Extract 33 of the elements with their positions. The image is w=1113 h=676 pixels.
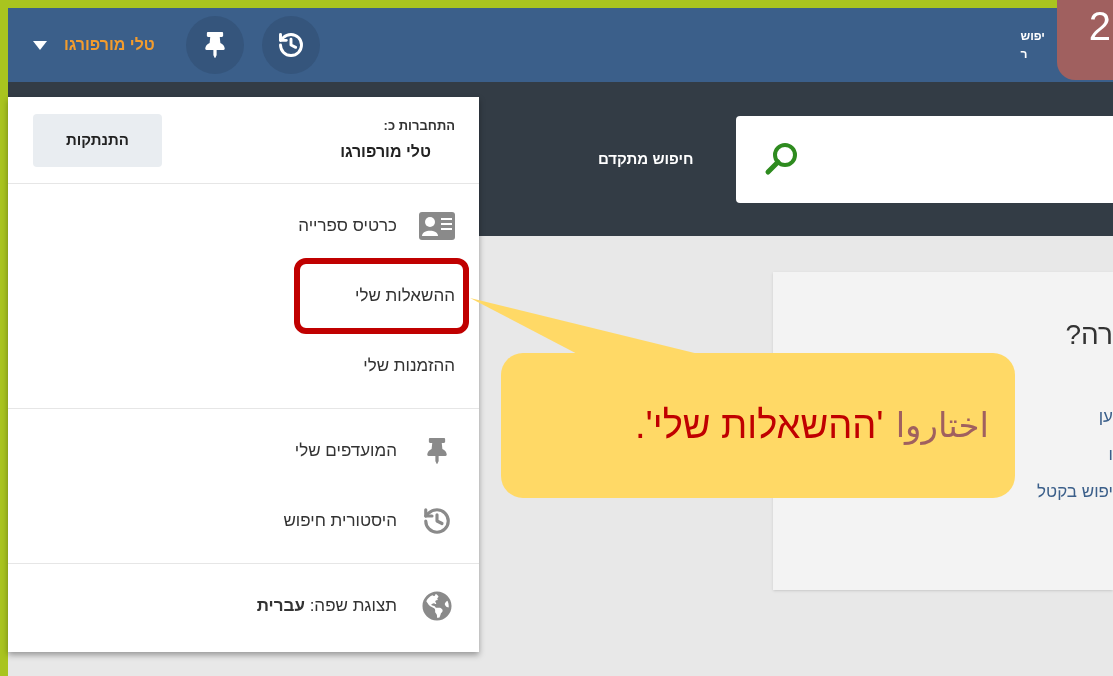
caret-icon xyxy=(33,40,47,50)
menu-item[interactable]: היסטורית חיפוש xyxy=(8,486,479,556)
id-card-icon xyxy=(419,212,455,240)
menu-item[interactable]: ההזמנות שלי xyxy=(8,331,479,401)
header-text: יפוש xyxy=(1020,28,1045,45)
search-icon xyxy=(763,141,800,177)
pin-icon xyxy=(424,438,450,464)
step-number: 2 xyxy=(1088,6,1111,46)
menu-item[interactable]: ההשאלות שלי xyxy=(8,261,479,331)
menu-item-label: ההזמנות שלי xyxy=(363,355,455,378)
history-icon xyxy=(422,506,452,536)
card-text: ען xyxy=(1098,406,1113,428)
logout-button[interactable]: התנתקות xyxy=(33,113,162,167)
menu-item[interactable]: תצוגת שפה: עברית xyxy=(8,571,479,641)
menu-item-label: תצוגת שפה: עברית xyxy=(256,595,397,618)
callout-highlight-text: 'ההשאלות שלי'. xyxy=(635,403,884,448)
callout-text: اختاروا xyxy=(895,404,989,447)
header-text: ר xyxy=(1020,46,1028,63)
menu-item[interactable]: כרטיס ספרייה xyxy=(8,191,479,261)
signed-in-label: התחברות כ: xyxy=(383,117,455,136)
advanced-search-link[interactable]: חיפוש מתקדם xyxy=(598,147,694,171)
search-field[interactable] xyxy=(735,115,1113,203)
card-text: יפוש בקטל xyxy=(1037,481,1113,503)
card-title: רה? xyxy=(1065,318,1113,352)
menu-item[interactable]: המועדפים שלי xyxy=(8,416,479,486)
user-name: טלי מורפורגו xyxy=(340,141,431,162)
menu-item-label: המועדפים שלי xyxy=(294,440,397,463)
globe-icon xyxy=(422,591,452,621)
menu-item-label: ההשאלות שלי xyxy=(354,285,455,308)
menu-item-label: כרטיס ספרייה xyxy=(298,215,397,238)
history-icon xyxy=(276,31,305,59)
menu-item-label: היסטורית חיפוש xyxy=(283,510,397,533)
card-text: ו xyxy=(1108,443,1113,466)
